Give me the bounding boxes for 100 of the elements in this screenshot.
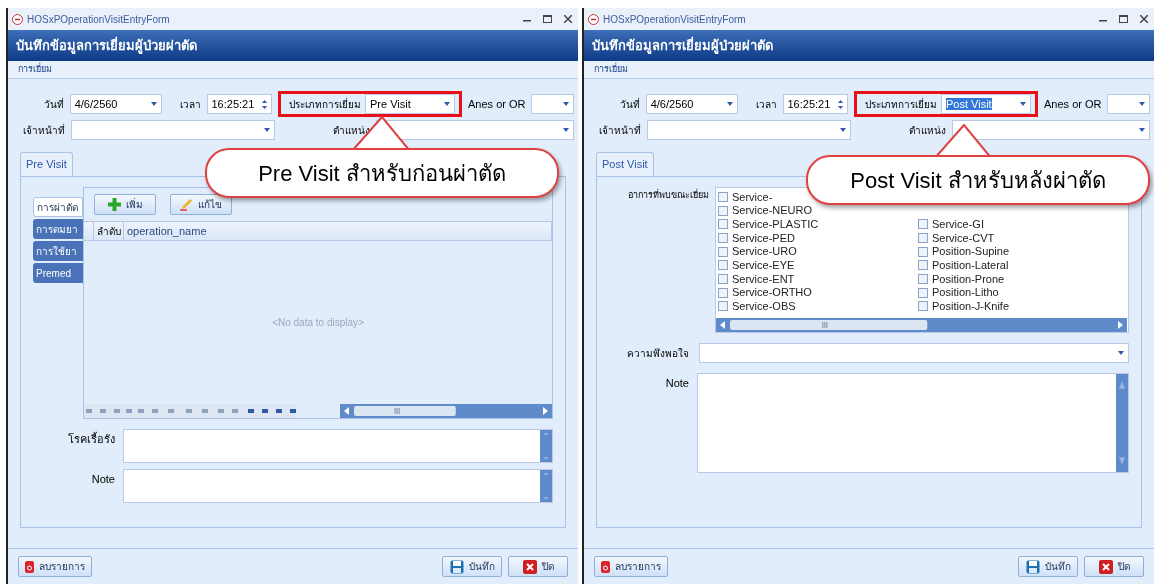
memo-field[interactable] (123, 469, 553, 503)
field-label: วันที่ (618, 96, 640, 112)
checkbox[interactable] (918, 260, 928, 271)
toolbar-button[interactable]: ปิด (508, 556, 568, 577)
checkbox-label: Service-OBS (732, 299, 796, 315)
field-label: เวลา (754, 97, 777, 112)
toolbar-button[interactable]: ปิด (1084, 556, 1144, 577)
position-combo[interactable] (376, 120, 574, 140)
checkbox[interactable] (918, 287, 928, 298)
checkbox-label: Service-PED (732, 230, 795, 246)
column-header[interactable]: operation_name (124, 222, 552, 240)
checkbox-label: Service-PLASTIC (732, 216, 819, 232)
checkbox[interactable] (718, 191, 728, 202)
staff-combo[interactable] (647, 120, 852, 140)
date-combo[interactable]: 4/6/2560 (69, 94, 162, 114)
visit-type-combo[interactable]: Post Visit (941, 94, 1031, 114)
field-label: Note (664, 376, 689, 391)
time-spinner[interactable]: 16:25:21 (206, 94, 272, 114)
record-navigator-drawing[interactable] (84, 404, 296, 418)
tab[interactable]: Post Visit (596, 152, 654, 176)
dropdown-arrow-icon (1118, 351, 1124, 355)
visit-type-combo[interactable]: Pre Visit (365, 94, 455, 114)
horizontal-scrollbar[interactable] (340, 404, 552, 418)
dropdown-arrow-icon (444, 102, 450, 106)
checkbox-label: Service-URO (732, 244, 797, 260)
window-title: HOSxPOperationVisitEntryForm (603, 12, 747, 27)
checkbox[interactable] (718, 219, 728, 230)
dropdown-arrow-icon (264, 128, 271, 132)
save-icon (1025, 559, 1040, 574)
checkbox-label: Service- (732, 189, 773, 205)
field-label: เจ้าหน้าที่ (22, 122, 66, 138)
field-label: วันที่ (42, 96, 64, 112)
dropdown-arrow-icon (1020, 102, 1026, 106)
close-icon (522, 559, 537, 574)
side-tab[interactable]: Premed (33, 263, 83, 283)
toolbar-button[interactable]: บันทึก (1018, 556, 1078, 577)
field-label: Anes or OR (468, 96, 526, 112)
anes-or-combo[interactable] (531, 94, 574, 114)
time-spinner[interactable]: 16:25:21 (782, 94, 848, 114)
vertical-scrollbar[interactable] (1116, 374, 1128, 472)
checkbox[interactable] (918, 301, 928, 312)
field-label: เจ้าหน้าที่ (598, 122, 642, 138)
field-label: Note (90, 472, 115, 487)
save-icon (449, 559, 464, 574)
field-label: ประเภทการเยี่ยม (864, 96, 937, 112)
field-label: Anes or OR (1044, 96, 1102, 112)
field-label: ตำแหน่ง (332, 123, 371, 138)
memo-field[interactable] (123, 429, 553, 463)
checkbox[interactable] (718, 246, 728, 257)
checkbox[interactable] (718, 287, 728, 298)
toolbar-button[interactable]: เพิ่ม (94, 194, 156, 215)
position-combo[interactable] (952, 120, 1150, 140)
close-icon[interactable] (1140, 15, 1148, 23)
field-label: เวลา (178, 97, 201, 112)
checkbox-label: Service-NEURO (732, 203, 813, 219)
checkbox[interactable] (718, 260, 728, 271)
checkbox[interactable] (918, 232, 928, 243)
dropdown-arrow-icon (563, 102, 569, 106)
maximize-icon[interactable] (1119, 15, 1128, 23)
vertical-scrollbar[interactable] (540, 430, 552, 462)
side-tab[interactable]: การใช้ยา (33, 241, 83, 261)
checkbox[interactable] (918, 246, 928, 257)
spin-arrows-icon (262, 98, 267, 110)
form-header: บันทึกข้อมูลการเยี่ยมผู้ป่วยผ่าตัด (8, 30, 578, 61)
side-tab[interactable]: การดมยา (33, 219, 83, 239)
checkbox[interactable] (718, 273, 728, 284)
window-title: HOSxPOperationVisitEntryForm (27, 12, 171, 27)
toolbar-button[interactable]: ลบรายการ (18, 556, 92, 577)
plus-icon (107, 198, 121, 211)
dropdown-arrow-icon (840, 128, 847, 132)
tab[interactable]: Pre Visit (20, 152, 73, 176)
close-icon (1098, 559, 1113, 574)
checkbox[interactable] (718, 301, 728, 312)
field-label: ประเภทการเยี่ยม (288, 96, 361, 112)
checkbox-label: Service-GI (932, 217, 984, 232)
dropdown-arrow-icon (1139, 102, 1145, 106)
close-icon[interactable] (564, 15, 572, 23)
toolbar-button[interactable]: แก้ไข (170, 194, 232, 215)
vertical-scrollbar[interactable] (540, 470, 552, 502)
column-header[interactable]: ลำดับ (94, 222, 124, 240)
anes-or-combo[interactable] (1107, 94, 1150, 114)
staff-combo[interactable] (71, 120, 276, 140)
date-combo[interactable]: 4/6/2560 (645, 94, 738, 114)
checkbox-label: Position-Supine (932, 244, 1010, 260)
dropdown-arrow-icon (150, 102, 157, 106)
checkbox[interactable] (918, 274, 928, 284)
memo-field[interactable] (697, 373, 1129, 473)
field-label: ความพึงพอใจ (626, 346, 689, 361)
toolbar-button[interactable]: บันทึก (442, 556, 502, 577)
horizontal-scrollbar[interactable] (716, 318, 1127, 332)
satisfaction-combo[interactable] (699, 343, 1129, 363)
checkbox[interactable] (718, 232, 728, 243)
maximize-icon[interactable] (543, 15, 552, 23)
checkbox-label: Position-Lateral (932, 258, 1009, 274)
form-header: บันทึกข้อมูลการเยี่ยมผู้ป่วยผ่าตัด (584, 30, 1154, 61)
side-tab[interactable]: การผ่าตัด (33, 197, 83, 217)
checkbox[interactable] (918, 219, 928, 230)
checkbox[interactable] (718, 205, 728, 216)
toolbar-button[interactable]: ลบรายการ (594, 556, 668, 577)
pencil-icon (180, 198, 193, 211)
